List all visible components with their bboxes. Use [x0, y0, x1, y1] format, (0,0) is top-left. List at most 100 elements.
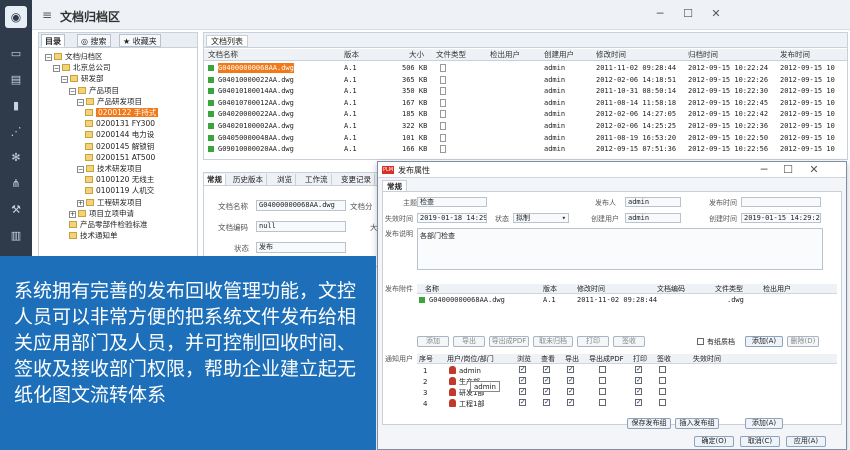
permission-checkbox[interactable]	[659, 377, 666, 384]
tab-general[interactable]: 常规	[204, 174, 226, 185]
tab-search[interactable]: ◎ 搜索	[77, 34, 111, 47]
table-row[interactable]: G04010000022AA.dwg A.1 365 KB admin 2012-02-…	[204, 75, 847, 85]
notify-row[interactable]: 1 admin ✓ ✓ ✓ ✓	[417, 366, 837, 376]
tab-browse[interactable]: 浏览	[274, 174, 296, 185]
maximize-button[interactable]: ☐	[680, 7, 696, 21]
doc-name-field[interactable]: G04000000068AA.dwg	[256, 200, 346, 211]
permission-checkbox[interactable]	[599, 377, 606, 384]
tree-node[interactable]: + 工程研发项目	[77, 197, 142, 208]
dialog-close-button[interactable]: ✕	[806, 163, 822, 177]
table-row[interactable]: G04000000068AA.dwg A.1 506 KB admin 2011-11-…	[204, 63, 847, 73]
expand-icon[interactable]: −	[61, 76, 68, 84]
tree-node[interactable]: 产品零部件检验标准	[69, 219, 148, 230]
expand-icon[interactable]: −	[77, 166, 84, 173]
tree-node[interactable]: 0200145 解锁钥	[85, 141, 154, 152]
tree-node[interactable]: 0200151 AT500	[85, 152, 155, 163]
tree-node[interactable]: 0200144 电力设	[85, 129, 154, 140]
tree-node[interactable]: 0100119 人机交	[85, 185, 154, 196]
permission-checkbox[interactable]: ✓	[543, 377, 550, 384]
permission-checkbox[interactable]: ✓	[635, 377, 642, 384]
expand-icon[interactable]: −	[45, 54, 52, 61]
insert-group-button[interactable]: 插入发布组	[675, 418, 719, 429]
table-row[interactable]: G04020000022AA.dwg A.1 185 KB admin 2012-02-…	[204, 109, 847, 119]
dialog-maximize-button[interactable]: ☐	[780, 163, 796, 177]
col-published[interactable]: 发布时间	[780, 49, 810, 61]
permission-checkbox[interactable]: ✓	[543, 366, 550, 373]
tab-directory[interactable]: 目录	[41, 34, 65, 47]
expand-icon[interactable]: +	[69, 210, 76, 218]
expire-field[interactable]: 2019-01-18 14:29:40	[417, 213, 487, 223]
col-size[interactable]: 大小	[409, 49, 424, 61]
permission-checkbox[interactable]	[659, 388, 666, 395]
tab-changes[interactable]: 变更记录	[338, 174, 375, 185]
attach-action-button[interactable]: 添加	[417, 336, 449, 347]
col-modified[interactable]: 修改时间	[596, 49, 626, 61]
permission-checkbox[interactable]	[659, 399, 666, 406]
permission-checkbox[interactable]: ✓	[519, 377, 526, 384]
permission-checkbox[interactable]: ✓	[567, 399, 574, 406]
network-icon[interactable]: ⋔	[9, 178, 23, 190]
description-field[interactable]: 各部门检查	[417, 228, 823, 270]
permission-checkbox[interactable]: ✓	[567, 366, 574, 373]
hamburger-icon[interactable]: ≡	[42, 8, 52, 22]
tree-node[interactable]: − 北京总公司	[53, 62, 111, 73]
tree-node[interactable]: − 技术研发项目	[77, 163, 142, 174]
state-select[interactable]: 拟制 ▾	[513, 213, 569, 223]
attach-action-button[interactable]: 导出	[453, 336, 485, 347]
tree-node[interactable]: − 产品研发项目	[77, 96, 142, 107]
notify-row[interactable]: 4 工程1部 ✓ ✓ ✓ ✓	[417, 399, 837, 409]
paper-archive-checkbox[interactable]	[697, 338, 704, 345]
permission-checkbox[interactable]: ✓	[635, 399, 642, 406]
col-creator[interactable]: 创建用户	[544, 49, 574, 61]
permission-checkbox[interactable]: ✓	[635, 388, 642, 395]
tab-favorites[interactable]: ★ 收藏夹	[119, 34, 161, 47]
monitor-icon[interactable]: ▭	[9, 48, 23, 60]
tree-node[interactable]: − 产品项目	[69, 85, 119, 96]
expand-icon[interactable]: −	[77, 98, 84, 106]
status-select[interactable]: 发布	[256, 242, 346, 253]
tab-document-list[interactable]: 文档列表	[206, 35, 248, 47]
subject-field[interactable]: 检查	[417, 197, 487, 207]
building-icon[interactable]: ▥	[9, 230, 23, 242]
permission-checkbox[interactable]: ✓	[519, 388, 526, 395]
publish-time-field[interactable]	[741, 197, 821, 207]
table-row[interactable]: G04020100002AA.dwg A.1 322 KB admin 2012-02-…	[204, 121, 847, 131]
tree-node[interactable]: 技术通知单	[69, 230, 118, 241]
table-row[interactable]: G09010000020AA.dwg A.1 166 KB admin 2012-09-…	[204, 144, 847, 154]
tab-workflow[interactable]: 工作流	[302, 174, 332, 185]
delete-attachment-button[interactable]: 删除(D)	[787, 336, 819, 347]
col-checkout[interactable]: 检出用户	[490, 49, 520, 61]
permission-checkbox[interactable]: ✓	[635, 366, 642, 373]
tree-node[interactable]: 0200131 FY300	[85, 118, 155, 129]
table-row[interactable]: G04010700012AA.dwg A.1 167 KB admin 2011-08-…	[204, 98, 847, 108]
publisher-field[interactable]: admin	[625, 197, 681, 207]
attach-action-button[interactable]: 导出成PDF	[489, 336, 529, 347]
ok-button[interactable]: 确定(O)	[694, 436, 734, 447]
attach-row[interactable]: G04000000068AA.dwg A.1 2011-11-02 09:28:…	[417, 295, 837, 305]
cancel-button[interactable]: 取消(C)	[740, 436, 780, 447]
add-attachment-button[interactable]: 添加(A)	[745, 336, 783, 347]
created-time-field[interactable]: 2019-01-15 14:29:26	[741, 213, 821, 223]
col-archived[interactable]: 归档时间	[688, 49, 718, 61]
close-button[interactable]: ✕	[708, 7, 724, 21]
save-group-button[interactable]: 保存发布组	[627, 418, 671, 429]
col-version[interactable]: 版本	[344, 49, 359, 61]
document-icon[interactable]: ▮	[9, 100, 23, 112]
permission-checkbox[interactable]: ✓	[519, 399, 526, 406]
tree-node[interactable]: + 项目立项申请	[69, 208, 134, 219]
table-row[interactable]: G04010100014AA.dwg A.1 350 KB admin 2011-10-…	[204, 86, 847, 96]
expand-icon[interactable]: −	[53, 65, 60, 73]
attach-action-button[interactable]: 取未归档	[533, 336, 573, 347]
permission-checkbox[interactable]	[599, 399, 606, 406]
apply-button[interactable]: 应用(A)	[786, 436, 826, 447]
table-row[interactable]: G04050000048AA.dwg A.1 101 KB admin 2011-08-…	[204, 133, 847, 143]
col-name[interactable]: 文档名称	[208, 49, 238, 61]
permission-checkbox[interactable]: ✓	[567, 388, 574, 395]
gear-icon[interactable]: ✻	[9, 152, 23, 164]
permission-checkbox[interactable]	[599, 388, 606, 395]
doc-code-field[interactable]: null	[256, 221, 346, 232]
permission-checkbox[interactable]: ✓	[543, 399, 550, 406]
tool-icon[interactable]: ⚒	[9, 204, 23, 216]
expand-icon[interactable]: +	[77, 199, 84, 207]
tree-node[interactable]: − 研发部	[61, 73, 104, 84]
